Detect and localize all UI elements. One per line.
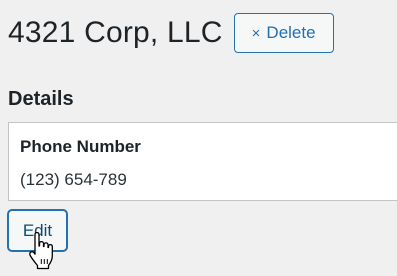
delete-button[interactable]: × Delete (233, 13, 334, 53)
edit-button[interactable]: Edit (8, 210, 67, 251)
phone-number-label: Phone Number (20, 137, 141, 156)
delete-button-label: Delete (266, 23, 316, 42)
details-heading: Details (8, 88, 74, 110)
close-icon: × (251, 24, 261, 42)
page-title: 4321 Corp, LLC (8, 16, 223, 49)
details-card: Phone Number (123) 654-789 (8, 122, 397, 201)
title-row: 4321 Corp, LLC × Delete (8, 13, 334, 53)
phone-number-value: (123) 654-789 (20, 170, 127, 189)
